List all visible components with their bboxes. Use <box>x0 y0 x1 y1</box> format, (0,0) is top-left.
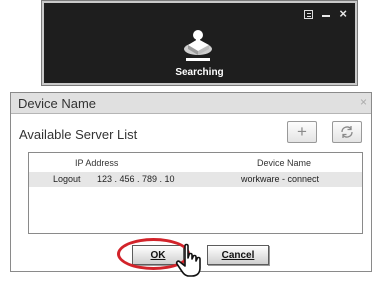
close-icon[interactable]: × <box>360 95 367 109</box>
logout-link[interactable]: Logout <box>53 174 81 184</box>
ok-button[interactable]: OK <box>132 245 184 265</box>
cancel-button[interactable]: Cancel <box>207 245 269 265</box>
menu-icon[interactable] <box>304 9 314 19</box>
server-list[interactable]: IP Address Device Name Logout 123 . 456 … <box>28 152 363 234</box>
dialog-titlebar[interactable]: Device Name × <box>11 93 371 114</box>
minimize-icon[interactable] <box>322 15 331 17</box>
dialog-title: Device Name <box>18 96 97 111</box>
server-list-heading: Available Server List <box>19 127 138 142</box>
network-device-icon <box>184 30 212 61</box>
plus-icon: + <box>297 122 307 141</box>
ip-address-cell: 123 . 456 . 789 . 10 <box>97 174 175 184</box>
column-header-device: Device Name <box>257 158 312 168</box>
close-icon[interactable]: × <box>339 7 347 20</box>
searching-status: Searching <box>175 67 224 78</box>
refresh-button[interactable] <box>332 121 362 143</box>
column-header-ip: IP Address <box>75 158 119 168</box>
refresh-icon <box>341 126 353 138</box>
searching-window: × Searching <box>42 1 357 85</box>
table-row[interactable]: Logout 123 . 456 . 789 . 10 workware - c… <box>29 172 362 187</box>
window-controls: × <box>304 7 347 20</box>
device-name-dialog: Device Name × Available Server List + IP… <box>10 92 372 272</box>
add-server-button[interactable]: + <box>287 121 317 143</box>
device-name-cell: workware - connect <box>241 174 320 184</box>
